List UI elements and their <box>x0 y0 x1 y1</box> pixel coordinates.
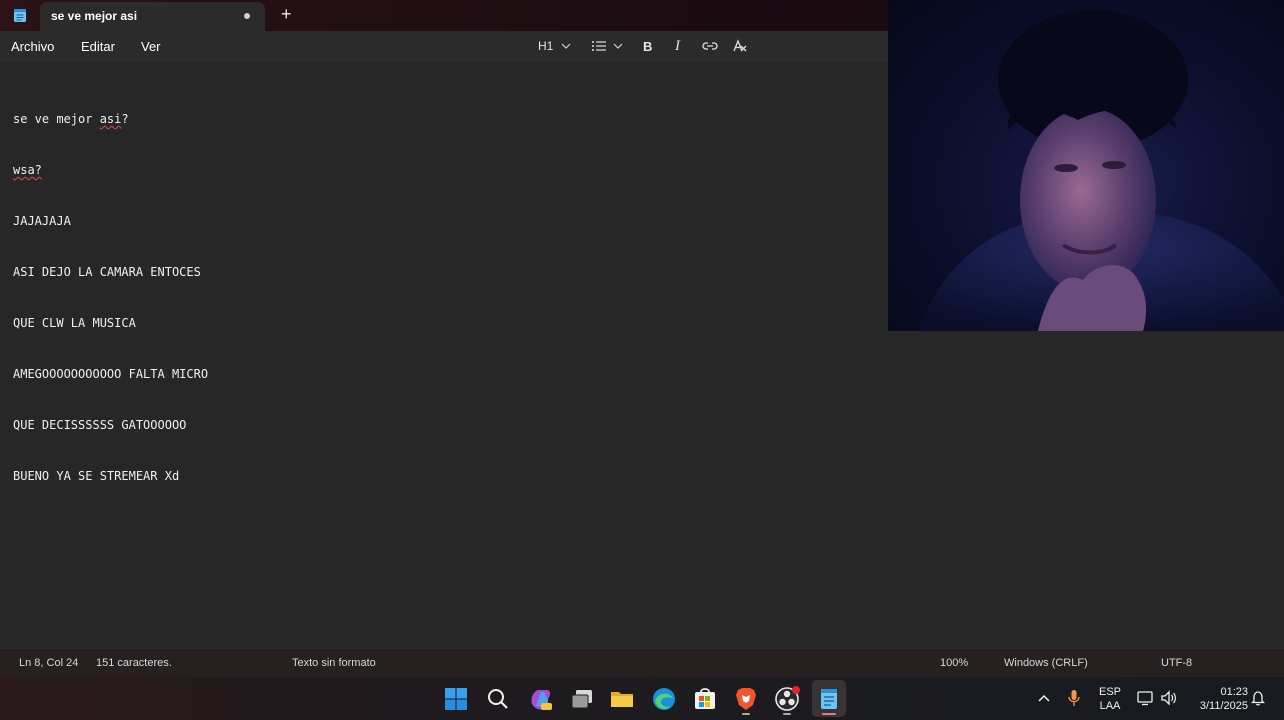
list-icon <box>592 41 606 51</box>
heading-dropdown[interactable]: H1 <box>538 37 573 55</box>
edge-icon[interactable] <box>651 686 677 712</box>
italic-icon: I <box>675 37 680 54</box>
bold-icon: B <box>643 38 653 54</box>
heading-label: H1 <box>538 39 554 53</box>
text-line: QUE DECISSSSSS GATOOOOOO <box>13 418 187 432</box>
running-indicator <box>742 713 750 715</box>
text-line: JAJAJAJA <box>13 214 71 228</box>
chevron-up-icon[interactable] <box>1038 693 1050 703</box>
misspelled-word: wsa? <box>13 163 42 177</box>
clear-formatting-icon <box>733 39 747 52</box>
webcam-image <box>918 10 1284 331</box>
active-indicator <box>822 713 836 715</box>
brave-icon[interactable] <box>733 686 759 715</box>
task-view-icon[interactable] <box>569 686 595 712</box>
network-icon[interactable] <box>1137 690 1155 706</box>
bold-button[interactable]: B <box>643 37 652 55</box>
encoding[interactable]: UTF-8 <box>1161 657 1192 669</box>
list-dropdown[interactable] <box>591 37 625 55</box>
notepad-icon[interactable] <box>816 686 842 715</box>
tab-document[interactable]: se ve mejor asi <box>40 2 265 31</box>
text-line: ASI DEJO LA CAMARA ENTOCES <box>13 265 201 279</box>
microphone-icon[interactable] <box>1067 689 1081 707</box>
status-bar: Ln 8, Col 24 151 caracteres. Texto sin f… <box>0 648 1284 678</box>
keyboard-layout: LAA <box>1099 700 1121 712</box>
running-indicator <box>783 713 791 715</box>
menu-view[interactable]: Ver <box>141 39 161 54</box>
text-line: se ve mejor asi? <box>13 112 129 126</box>
link-icon <box>702 42 718 50</box>
text-line: BUENO YA SE STREMEAR Xd <box>13 469 180 483</box>
unsaved-indicator[interactable] <box>244 13 250 19</box>
time: 01:23 <box>1220 686 1248 698</box>
notepad-app-icon <box>14 9 26 22</box>
link-button[interactable] <box>702 37 718 55</box>
text-line: wsa? <box>13 162 208 179</box>
italic-button[interactable]: I <box>675 37 680 55</box>
chevron-down-icon <box>561 43 571 49</box>
language-code: ESP <box>1098 686 1121 698</box>
character-count: 151 caracteres. <box>96 657 172 669</box>
zoom-level[interactable]: 100% <box>940 657 968 669</box>
obs-icon[interactable] <box>774 686 800 715</box>
tab-title: se ve mejor asi <box>51 9 138 23</box>
chevron-down-icon <box>613 43 623 49</box>
text-line: AMEGOOOOOOOOOOO FALTA MICRO <box>13 367 209 381</box>
search-icon[interactable] <box>485 686 511 712</box>
menu-edit[interactable]: Editar <box>81 39 115 54</box>
line-ending[interactable]: Windows (CRLF) <box>1004 657 1088 669</box>
clear-formatting-button[interactable] <box>732 37 748 55</box>
copilot-icon[interactable] <box>527 686 553 712</box>
text-line: QUE CLW LA MUSICA <box>13 316 136 330</box>
file-explorer-icon[interactable] <box>609 686 635 712</box>
new-tab-button[interactable]: + <box>281 4 292 25</box>
language-indicator[interactable]: ESP LAA <box>1097 685 1123 713</box>
windows-start-icon[interactable] <box>443 686 469 712</box>
volume-icon[interactable] <box>1160 690 1178 706</box>
cursor-position[interactable]: Ln 8, Col 24 <box>19 657 78 669</box>
menu-file[interactable]: Archivo <box>11 39 54 54</box>
date: 3/11/2025 <box>1199 700 1248 712</box>
document-text[interactable]: se ve mejor asi? wsa? JAJAJAJA ASI DEJO … <box>13 77 208 519</box>
format-mode[interactable]: Texto sin formato <box>292 657 376 669</box>
taskbar: ESP LAA 01:23 3/11/2025 <box>0 677 1284 720</box>
webcam-overlay <box>888 0 1284 331</box>
clock[interactable]: 01:23 3/11/2025 <box>1186 685 1248 713</box>
notification-bell-icon[interactable] <box>1251 690 1265 706</box>
misspelled-word: asi <box>99 112 122 126</box>
store-icon[interactable] <box>692 686 718 712</box>
